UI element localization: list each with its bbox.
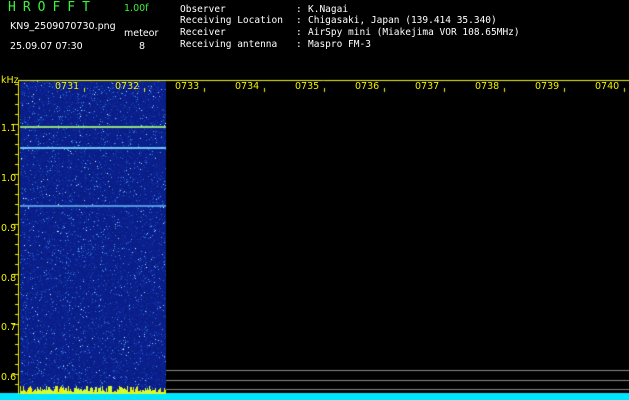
- meteor-counter-label: meteor: [124, 28, 159, 39]
- info-value: Maspro FM-3: [308, 39, 371, 50]
- info-label: Receiving Location: [180, 15, 283, 26]
- app-version: 1.00f: [124, 3, 149, 14]
- x-tick-label: 0733: [175, 81, 200, 92]
- info-label: Observer: [180, 4, 226, 15]
- y-tick-label: 1.1: [1, 123, 17, 134]
- y-tick-label: 0.6: [1, 372, 17, 383]
- info-colon: :: [296, 4, 302, 15]
- x-tick-label: 0737: [415, 81, 440, 92]
- y-tick-label: 0.7: [1, 322, 17, 333]
- x-tick-label: 0732: [115, 81, 140, 92]
- info-value: K.Nagai: [308, 4, 349, 15]
- x-tick-label: 0738: [475, 81, 500, 92]
- file-name: KN9_2509070730.png: [10, 21, 116, 32]
- x-tick-label: 0739: [535, 81, 560, 92]
- y-tick-label: 1.0: [1, 173, 17, 184]
- app-logo: HROFFT: [8, 0, 97, 15]
- info-label: Receiver: [180, 27, 226, 38]
- x-tick-label: 0734: [235, 81, 260, 92]
- spectrogram-canvas: [0, 0, 629, 400]
- x-tick-label: 0736: [355, 81, 380, 92]
- info-colon: :: [296, 39, 302, 50]
- info-colon: :: [296, 15, 302, 26]
- x-tick-label: 0731: [55, 81, 80, 92]
- capture-datetime: 25.09.07 07:30: [10, 41, 83, 52]
- y-tick-label: 0.8: [1, 273, 17, 284]
- x-tick-label: 0740: [595, 81, 620, 92]
- info-value: Chigasaki, Japan (139.414 35.340): [308, 15, 497, 26]
- y-axis-unit: kHz: [1, 75, 19, 86]
- info-value: AirSpy mini (Miakejima VOR 108.65MHz): [308, 27, 520, 38]
- x-tick-label: 0735: [295, 81, 320, 92]
- y-tick-label: 0.9: [1, 223, 17, 234]
- info-colon: :: [296, 27, 302, 38]
- info-label: Receiving antenna: [180, 39, 278, 50]
- meteor-counter-value: 8: [139, 41, 146, 52]
